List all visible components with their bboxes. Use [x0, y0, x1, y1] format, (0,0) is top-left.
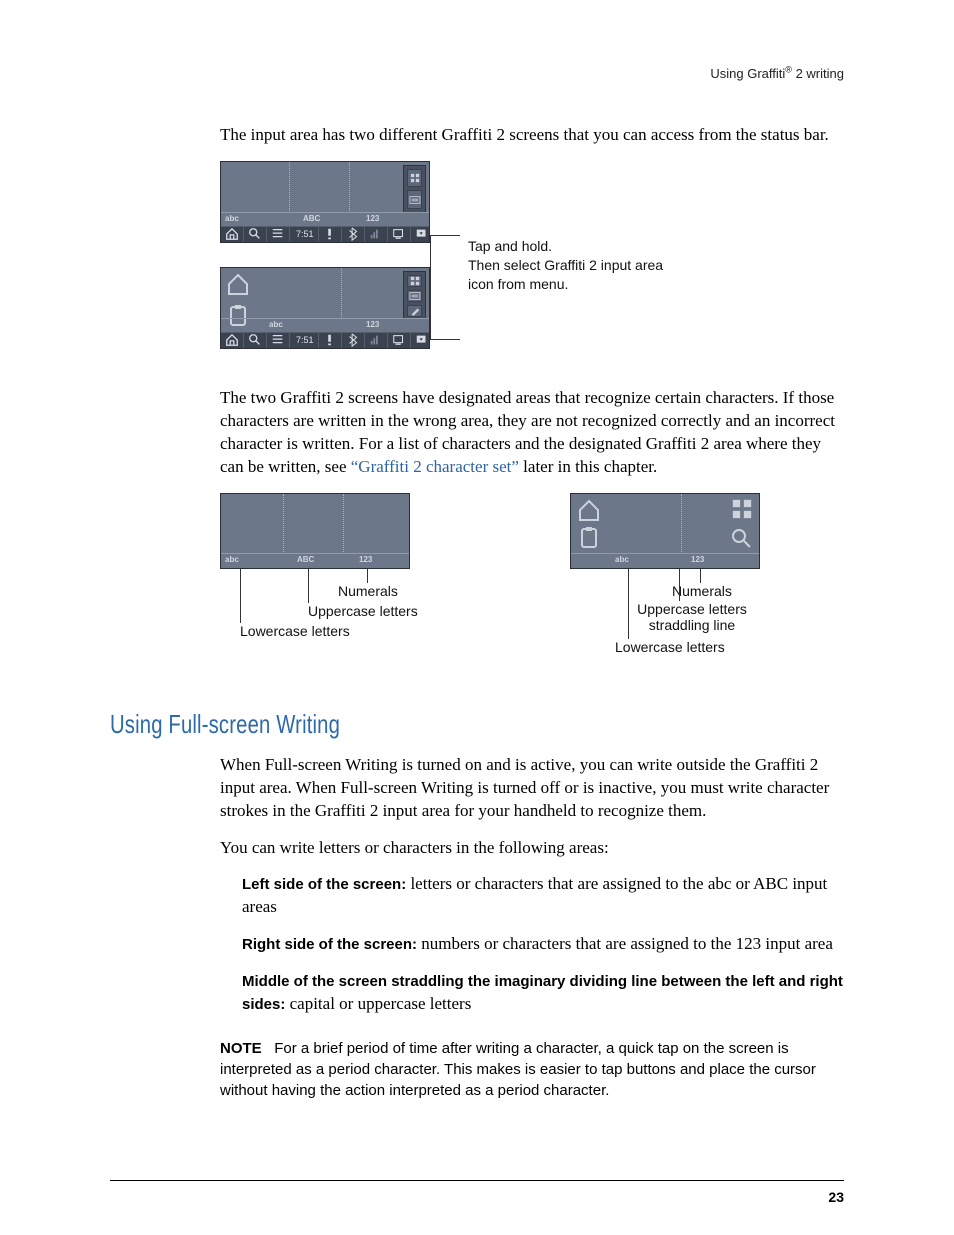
graffiti-areas-mode-1: abc ABC 123 [220, 493, 410, 569]
running-header: Using Graffiti® 2 writing [710, 66, 844, 81]
input-label-abc: abc [269, 318, 283, 332]
bluetooth-icon[interactable] [342, 227, 365, 242]
designated-areas-paragraph: The two Graffiti 2 screens have designat… [220, 387, 844, 479]
clipboard-icon[interactable] [577, 526, 601, 550]
home-outline-icon[interactable] [226, 272, 250, 296]
note-lead: NOTE [220, 1040, 262, 1057]
item-lead: Right side of the screen: [242, 936, 417, 953]
xref-graffiti-2-character-set[interactable]: “Graffiti 2 character set” [351, 457, 519, 476]
footer-rule [110, 1180, 844, 1181]
callout-leader-line [430, 339, 460, 341]
keyboard-icon[interactable] [407, 190, 422, 209]
figure-input-screens: abc ABC 123 7:51 [220, 161, 840, 361]
screen-icon[interactable] [388, 227, 411, 242]
label-uppercase: Uppercase letters [308, 603, 418, 619]
keyboard-icon[interactable] [407, 290, 422, 302]
note-body: For a brief period of time after writing… [220, 1040, 816, 1099]
leader-line [240, 569, 241, 623]
leader-line [367, 569, 368, 583]
main-column-2: When Full-screen Writing is turned on an… [220, 754, 844, 1101]
leader-line [700, 569, 701, 583]
area-item-middle: Middle of the screen straddling the imag… [242, 970, 844, 1016]
registered-mark: ® [785, 65, 792, 75]
label-lowercase: Lowercase letters [615, 639, 725, 655]
screen-icon[interactable] [388, 333, 411, 348]
menu-icon[interactable] [267, 333, 290, 348]
home-icon[interactable] [221, 227, 244, 242]
label-numerals: Numerals [672, 583, 732, 599]
bluetooth-icon[interactable] [342, 333, 365, 348]
graffiti-screen-mode-2: abc 123 7:51 [220, 267, 430, 349]
item-lead: Left side of the screen: [242, 876, 406, 893]
graffiti-screen-mode-1: abc ABC 123 7:51 [220, 161, 430, 243]
stylus-icon[interactable] [407, 305, 422, 317]
input-area-labels: abc ABC 123 [221, 212, 429, 227]
home-icon[interactable] [221, 333, 244, 348]
status-bar: 7:51 [221, 226, 429, 242]
page-number: 23 [828, 1189, 844, 1205]
input-label-123: 123 [366, 212, 379, 226]
apps-grid-icon[interactable] [731, 498, 753, 520]
graffiti-areas-mode-2: abc 123 [570, 493, 760, 569]
search-icon[interactable] [244, 227, 267, 242]
area-item-right: Right side of the screen: numbers or cha… [242, 933, 844, 956]
figure-area-designations: abc ABC 123 Numerals Uppercase letters L… [220, 493, 850, 673]
status-time: 7:51 [290, 333, 319, 348]
item-body: capital or uppercase letters [285, 994, 471, 1013]
label-uppercase-straddling: Uppercase letters straddling line [627, 601, 757, 635]
leader-line [679, 569, 680, 601]
menu-icon[interactable] [267, 227, 290, 242]
page: Using Graffiti® 2 writing The input area… [0, 0, 954, 1235]
leader-line [628, 569, 629, 639]
input-label-abc: abc [615, 553, 629, 567]
input-area-labels: abc ABC 123 [221, 553, 409, 568]
status-time: 7:51 [290, 227, 319, 242]
signal-icon [365, 227, 388, 242]
label-lowercase: Lowercase letters [240, 623, 350, 639]
side-tool-panel [403, 271, 426, 319]
input-label-abc: abc [225, 212, 239, 226]
running-header-suffix: 2 writing [792, 66, 844, 81]
input-label-123: 123 [691, 553, 704, 567]
note-block: NOTE For a brief period of time after wr… [220, 1038, 844, 1101]
input-area-labels: abc 123 [221, 318, 429, 333]
find-outline-icon[interactable] [729, 526, 753, 550]
signal-icon [365, 333, 388, 348]
input-label-123: 123 [366, 318, 379, 332]
intro-paragraph: The input area has two different Graffit… [220, 124, 844, 147]
search-icon[interactable] [244, 333, 267, 348]
section-heading-full-screen-writing: Using Full-screen Writing [110, 709, 854, 740]
leader-line [308, 569, 309, 603]
callout-leader-line [430, 235, 460, 237]
alert-icon[interactable] [319, 333, 342, 348]
full-screen-para-1: When Full-screen Writing is turned on an… [220, 754, 844, 823]
alert-icon[interactable] [319, 227, 342, 242]
label-numerals: Numerals [338, 583, 398, 599]
main-column: The input area has two different Graffit… [220, 124, 844, 673]
item-body: numbers or characters that are assigned … [417, 934, 833, 953]
input-label-123: 123 [359, 553, 372, 567]
apps-grid-icon[interactable] [407, 169, 422, 188]
status-bar: 7:51 [221, 332, 429, 348]
area-item-left: Left side of the screen: letters or char… [242, 873, 844, 919]
apps-grid-icon[interactable] [407, 275, 422, 287]
running-header-prefix: Using Graffiti [710, 66, 785, 81]
input-label-abc: abc [225, 553, 239, 567]
figure-callout-text: Tap and hold. Then select Graffiti 2 inp… [468, 237, 668, 294]
para2-text-post: later in this chapter. [519, 457, 657, 476]
input-area-labels: abc 123 [571, 553, 759, 568]
side-tool-panel [403, 165, 426, 213]
input-label-ABC: ABC [303, 212, 320, 226]
home-outline-icon[interactable] [577, 498, 601, 522]
input-label-ABC: ABC [297, 553, 314, 567]
areas-intro: You can write letters or characters in t… [220, 837, 844, 860]
